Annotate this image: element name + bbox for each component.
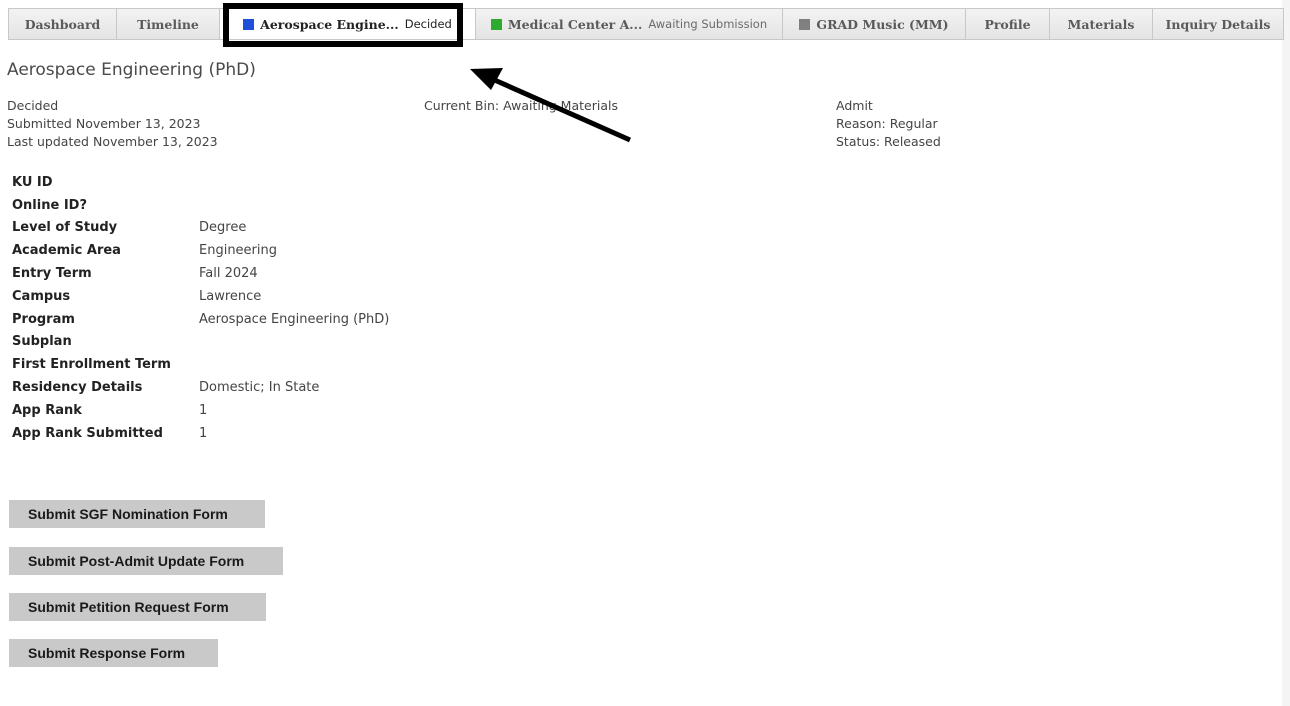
submit-response-button[interactable]: Submit Response Form [9, 639, 218, 667]
submission-info: Decided Submitted November 13, 2023 Last… [7, 97, 218, 151]
tab-label: Profile [984, 16, 1031, 32]
scroll-edge [1282, 0, 1290, 706]
detail-label: Campus [12, 288, 71, 304]
detail-label: Entry Term [12, 266, 92, 282]
detail-value: 1 [199, 402, 208, 418]
detail-label: Residency Details [12, 380, 143, 396]
detail-row: Academic Area Engineering [12, 239, 389, 262]
submit-sgf-nomination-button[interactable]: Submit SGF Nomination Form [9, 500, 265, 528]
status-square-icon [799, 18, 811, 30]
detail-label: KU ID [12, 174, 53, 190]
submitted-date: Submitted November 13, 2023 [7, 116, 201, 131]
detail-value: 1 [199, 425, 208, 441]
tab-status: Awaiting Submission [648, 17, 768, 31]
detail-value: Aerospace Engineering (PhD) [199, 311, 390, 327]
status-square-icon [490, 18, 502, 30]
tab-inquiry-details[interactable]: Inquiry Details [1153, 9, 1283, 39]
detail-row: First Enrollment Term [12, 353, 389, 376]
detail-label: App Rank Submitted [12, 425, 163, 441]
detail-label: App Rank [12, 402, 82, 418]
tab-label: Aerospace Engine... [260, 16, 399, 32]
tab-label: GRAD Music (MM) [816, 16, 949, 32]
decision: Admit [836, 98, 873, 113]
tab-label: Timeline [137, 16, 199, 32]
detail-row: Residency Details Domestic; In State [12, 376, 389, 399]
tab-label: Medical Center A... [507, 16, 643, 32]
tab-label: Dashboard [24, 16, 101, 32]
detail-row: Entry Term Fall 2024 [12, 262, 389, 285]
detail-label: Subplan [12, 334, 72, 350]
tab-aerospace-engineering[interactable]: Aerospace Engine... Decided [220, 9, 476, 39]
tab-dashboard[interactable]: Dashboard [9, 9, 117, 39]
details-table: KU ID Online ID? Level of Study Degree Ac… [12, 171, 389, 445]
detail-row: Online ID? [12, 194, 389, 217]
detail-row: Program Aerospace Engineering (PhD) [12, 308, 389, 331]
tab-medical-center[interactable]: Medical Center A... Awaiting Submission [476, 9, 783, 39]
submit-post-admit-update-button[interactable]: Submit Post-Admit Update Form [9, 547, 283, 575]
page-title: Aerospace Engineering (PhD) [7, 60, 256, 80]
detail-row: Level of Study Degree [12, 217, 389, 240]
decision-info: Admit Reason: Regular Status: Released [836, 97, 941, 151]
tab-grad-music[interactable]: GRAD Music (MM) [783, 9, 966, 39]
release-status: Status: Released [836, 134, 941, 149]
detail-row: App Rank 1 [12, 399, 389, 422]
tab-profile[interactable]: Profile [966, 9, 1050, 39]
bin-info: Current Bin: Awaiting Materials [424, 97, 618, 115]
tab-timeline[interactable]: Timeline [117, 9, 220, 39]
current-bin: Current Bin: Awaiting Materials [424, 98, 618, 113]
decision-reason: Reason: Regular [836, 116, 938, 131]
detail-label: Academic Area [12, 243, 121, 259]
detail-row: KU ID [12, 171, 389, 194]
tab-bar: Dashboard Timeline Aerospace Engine... D… [8, 8, 1284, 40]
detail-value: Domestic; In State [199, 380, 320, 396]
detail-label: Online ID? [12, 197, 87, 213]
detail-label: Level of Study [12, 220, 118, 236]
submit-petition-request-button[interactable]: Submit Petition Request Form [9, 593, 266, 621]
detail-row: Campus Lawrence [12, 285, 389, 308]
application-status: Decided [7, 98, 59, 113]
tab-label: Materials [1067, 16, 1135, 32]
tab-label: Inquiry Details [1165, 16, 1271, 32]
detail-row: Subplan [12, 331, 389, 354]
status-square-icon [243, 18, 255, 30]
last-updated-date: Last updated November 13, 2023 [7, 134, 218, 149]
tab-materials[interactable]: Materials [1050, 9, 1153, 39]
detail-value: Degree [199, 220, 247, 236]
tab-status: Decided [404, 17, 452, 31]
detail-value: Fall 2024 [199, 266, 258, 282]
detail-label: Program [12, 311, 75, 327]
detail-value: Engineering [199, 243, 277, 259]
detail-row: App Rank Submitted 1 [12, 422, 389, 445]
detail-label: First Enrollment Term [12, 357, 171, 373]
detail-value: Lawrence [199, 288, 262, 304]
